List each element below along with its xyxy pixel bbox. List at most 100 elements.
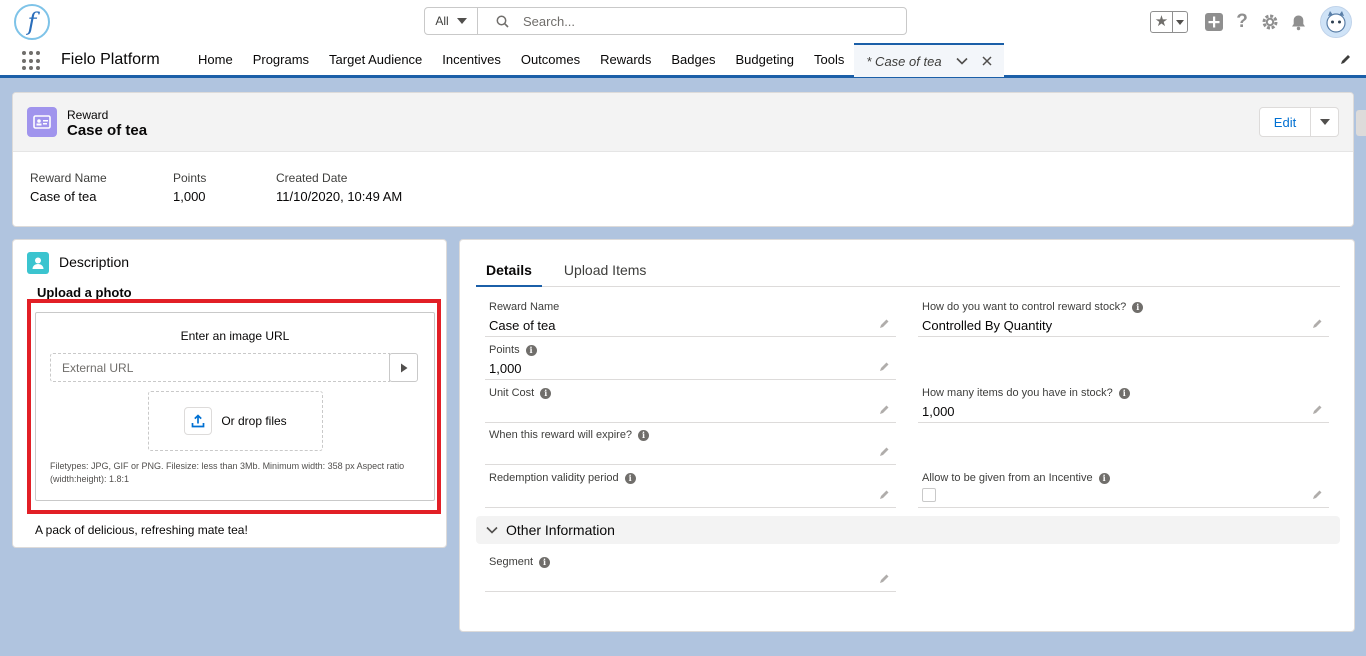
tab-label: * Case of tea — [866, 53, 942, 69]
highlighted-upload-region: Enter an image URL Or drop files Filetyp… — [27, 299, 441, 514]
header-utility-icons: ★ ? — [1150, 5, 1352, 39]
chevron-down-icon[interactable] — [955, 57, 968, 65]
close-icon[interactable] — [982, 56, 992, 66]
more-actions-button[interactable] — [1311, 107, 1339, 137]
edit-pencil-icon[interactable] — [879, 573, 890, 584]
nav-items: Home Programs Target Audience Incentives… — [188, 43, 1004, 77]
field-redemption-validity: Redemption validity period i — [485, 472, 896, 508]
info-icon[interactable]: i — [539, 556, 551, 568]
app-name: Fielo Platform — [61, 51, 160, 68]
section-other-information[interactable]: Other Information — [476, 516, 1340, 544]
nav-item-programs[interactable]: Programs — [243, 44, 319, 75]
plus-icon — [1205, 13, 1223, 31]
astro-avatar-icon — [1321, 7, 1351, 37]
highlight-value: 11/10/2020, 10:49 AM — [276, 189, 403, 204]
edit-pencil-icon[interactable] — [1312, 404, 1323, 415]
search-input-area — [478, 8, 906, 34]
help-button[interactable]: ? — [1228, 8, 1256, 36]
info-icon[interactable]: i — [525, 344, 537, 356]
info-icon[interactable]: i — [1132, 301, 1144, 313]
field-value: 1,000 — [489, 361, 522, 376]
field-label: Redemption validity period i — [489, 472, 636, 484]
edit-pencil-icon[interactable] — [1312, 318, 1323, 329]
record-header-top: Reward Case of tea Edit — [13, 93, 1353, 152]
nav-item-outcomes[interactable]: Outcomes — [511, 44, 590, 75]
reward-record-icon — [27, 107, 57, 137]
search-input[interactable] — [523, 13, 883, 29]
record-actions: Edit — [1259, 107, 1339, 137]
chevron-down-icon — [486, 526, 498, 534]
global-header: f All ★ ? — [0, 0, 1366, 44]
fielo-logo[interactable]: f — [14, 4, 50, 40]
chevron-down-icon — [1176, 19, 1184, 25]
edit-pencil-icon[interactable] — [879, 404, 890, 415]
info-icon[interactable]: i — [624, 472, 636, 484]
field-label: How do you want to control reward stock?… — [922, 301, 1144, 313]
edit-pencil-icon[interactable] — [879, 361, 890, 372]
star-icon: ★ — [1151, 12, 1173, 32]
search-icon — [496, 15, 509, 28]
field-stock-quantity: How many items do you have in stock? i 1,… — [918, 387, 1329, 423]
highlight-value: 1,000 — [173, 189, 206, 204]
section-title: Other Information — [506, 522, 615, 538]
global-actions-button[interactable] — [1200, 8, 1228, 36]
external-url-input[interactable] — [50, 353, 390, 382]
field-unit-cost: Unit Cost i — [485, 387, 896, 423]
upload-files-button[interactable] — [184, 407, 213, 435]
play-icon — [400, 363, 407, 372]
nav-item-badges[interactable]: Badges — [661, 44, 725, 75]
person-icon — [32, 257, 44, 269]
submit-url-button[interactable] — [389, 353, 418, 382]
field-label: How many items do you have in stock? i — [922, 387, 1130, 399]
tab-case-of-tea[interactable]: * Case of tea — [854, 43, 1004, 77]
nav-item-incentives[interactable]: Incentives — [432, 44, 511, 75]
allow-incentive-checkbox[interactable] — [922, 488, 936, 502]
info-icon[interactable]: i — [638, 429, 650, 441]
field-reward-name: Reward Name Case of tea — [485, 301, 896, 337]
file-drop-zone[interactable]: Or drop files — [148, 391, 323, 451]
card-title: Description — [59, 254, 130, 270]
edit-pencil-icon[interactable] — [879, 446, 890, 457]
app-nav-bar: Fielo Platform Home Programs Target Audi… — [0, 43, 1366, 78]
search-scope-select[interactable]: All — [425, 8, 478, 34]
gear-icon — [1262, 14, 1278, 30]
edit-pencil-icon[interactable] — [879, 489, 890, 500]
field-label-text: Redemption validity period — [489, 472, 619, 484]
field-label-text: Segment — [489, 556, 534, 568]
search-scope-label: All — [435, 14, 449, 28]
user-avatar[interactable] — [1320, 6, 1352, 38]
highlight-value: Case of tea — [30, 189, 97, 204]
utility-panel-handle[interactable] — [1356, 110, 1366, 136]
field-value: 1,000 — [922, 404, 955, 419]
edit-nav-pencil-icon[interactable] — [1339, 53, 1352, 66]
edit-pencil-icon[interactable] — [879, 318, 890, 329]
field-segment: Segment i — [485, 556, 896, 592]
field-label: Allow to be given from an Incentive i — [922, 472, 1110, 484]
notifications-button[interactable] — [1284, 8, 1312, 36]
bell-icon — [1291, 15, 1305, 30]
field-label-text: When this reward will expire? — [489, 429, 633, 441]
nav-item-home[interactable]: Home — [188, 44, 243, 75]
info-icon[interactable]: i — [1098, 472, 1110, 484]
field-label: Segment i — [489, 556, 551, 568]
favorites-button[interactable]: ★ — [1150, 11, 1188, 33]
tab-details[interactable]: Details — [476, 254, 542, 287]
nav-item-target-audience[interactable]: Target Audience — [319, 44, 432, 75]
field-label-text: Reward Name — [489, 301, 560, 313]
nav-item-budgeting[interactable]: Budgeting — [725, 44, 804, 75]
upload-requirements-hint: Filetypes: JPG, GIF or PNG. Filesize: le… — [50, 461, 405, 484]
nav-item-rewards[interactable]: Rewards — [590, 44, 661, 75]
setup-button[interactable] — [1256, 8, 1284, 36]
info-icon[interactable]: i — [540, 387, 552, 399]
info-icon[interactable]: i — [1118, 387, 1130, 399]
edit-button[interactable]: Edit — [1259, 107, 1311, 137]
tab-upload-items[interactable]: Upload Items — [554, 254, 656, 286]
edit-pencil-icon[interactable] — [1312, 489, 1323, 500]
nav-item-tools[interactable]: Tools — [804, 44, 854, 75]
upload-photo-heading: Upload a photo — [37, 285, 132, 300]
favorites-dropdown[interactable] — [1173, 19, 1187, 25]
app-launcher-icon[interactable] — [22, 51, 42, 71]
field-label-text: How many items do you have in stock? — [922, 387, 1113, 399]
details-card: Details Upload Items Reward Name Case of… — [459, 239, 1355, 632]
detail-tabs: Details Upload Items — [476, 254, 1340, 287]
